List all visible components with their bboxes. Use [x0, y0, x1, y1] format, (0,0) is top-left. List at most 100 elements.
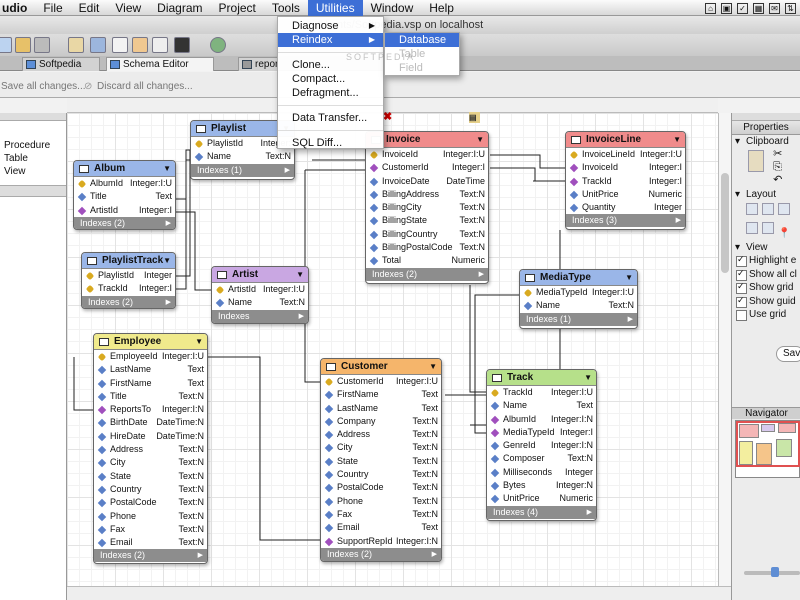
field-row[interactable]: Fax Text:N: [94, 523, 207, 536]
entity-invoice[interactable]: Invoice ▼ InvoiceId Integer:I:U CustomerId…: [365, 131, 489, 284]
menu-diagram[interactable]: Diagram: [149, 0, 210, 16]
menu-help[interactable]: Help: [421, 0, 462, 16]
expand-arrow-icon[interactable]: ▶: [479, 268, 484, 281]
field-row[interactable]: Bytes Integer:N: [487, 479, 596, 492]
viewport-indicator[interactable]: [736, 421, 800, 467]
entity-header[interactable]: Album ▼: [74, 161, 175, 177]
field-row[interactable]: BillingPostalCode Text:N: [366, 241, 488, 254]
tab-schema-editor[interactable]: Schema Editor: [106, 57, 214, 71]
close-icon[interactable]: ✖: [383, 112, 394, 123]
field-row[interactable]: Country Text:N: [321, 468, 441, 481]
field-row[interactable]: BirthDate DateTime:N: [94, 416, 207, 429]
open-icon[interactable]: [15, 37, 31, 53]
menu-file[interactable]: File: [35, 0, 70, 16]
field-row[interactable]: Address Text:N: [94, 443, 207, 456]
field-row[interactable]: HireDate DateTime:N: [94, 430, 207, 443]
entity-mediatype[interactable]: MediaType ▼ MediaTypeId Integer:I:U Name Te…: [519, 269, 638, 329]
save-button[interactable]: Save: [776, 346, 800, 362]
sql-icon[interactable]: [112, 37, 128, 53]
scroll-thumb[interactable]: [721, 173, 729, 273]
field-row[interactable]: BillingAddress Text:N: [366, 188, 488, 201]
field-row[interactable]: GenreId Integer:I:N: [487, 439, 596, 452]
arrange-icon[interactable]: [762, 222, 774, 234]
entity-artist[interactable]: Artist ▼ ArtistId Integer:I:U Name Text:N I…: [211, 266, 309, 324]
list-item-table[interactable]: Table: [0, 152, 66, 165]
expand-arrow-icon[interactable]: ▶: [285, 164, 290, 177]
field-row[interactable]: PostalCode Text:N: [321, 481, 441, 494]
field-row[interactable]: Name Text:N: [212, 296, 308, 309]
field-row[interactable]: Quantity Integer: [566, 201, 685, 214]
field-row[interactable]: ReportsTo Integer:I:N: [94, 403, 207, 416]
menu-tools[interactable]: Tools: [264, 0, 308, 16]
list-item-view[interactable]: View: [0, 165, 66, 178]
menu-item-diagnose[interactable]: Diagnose ▶: [278, 19, 383, 33]
connect-icon[interactable]: [210, 37, 226, 53]
field-row[interactable]: BillingCity Text:N: [366, 201, 488, 214]
field-row[interactable]: Country Text:N: [94, 483, 207, 496]
entity-track[interactable]: Track ▼ TrackId Integer:I:U Name Text Album…: [486, 369, 597, 521]
align-center-icon[interactable]: [762, 203, 774, 215]
horizontal-scrollbar[interactable]: [67, 586, 731, 600]
align-left-icon[interactable]: [746, 203, 758, 215]
entity-header[interactable]: Employee ▼: [94, 334, 207, 350]
collapse-arrow-icon[interactable]: ▼: [584, 370, 592, 386]
field-row[interactable]: ArtistId Integer:I:U: [212, 283, 308, 296]
field-row[interactable]: Phone Text:N: [321, 495, 441, 508]
expand-arrow-icon[interactable]: ▶: [166, 217, 171, 229]
entity-header[interactable]: PlaylistTrack ▼: [82, 253, 175, 269]
indexes-footer[interactable]: Indexes (1) ▶: [520, 312, 637, 326]
expand-arrow-icon[interactable]: ▶: [676, 214, 681, 227]
collapse-arrow-icon[interactable]: ▼: [163, 161, 171, 177]
field-row[interactable]: PostalCode Text:N: [94, 496, 207, 509]
list-item-procedure[interactable]: Procedure: [0, 139, 66, 152]
indexes-footer[interactable]: Indexes (2) ▶: [82, 295, 175, 308]
field-row[interactable]: LastName Text: [94, 363, 207, 376]
expand-arrow-icon[interactable]: ▶: [166, 296, 171, 308]
bag-icon[interactable]: ▣: [721, 2, 732, 14]
menu-item-data-transfer[interactable]: Data Transfer...: [278, 111, 383, 125]
document-icon[interactable]: [152, 37, 168, 53]
pin-icon[interactable]: 📍: [778, 228, 790, 240]
field-row[interactable]: TrackId Integer:I: [82, 282, 175, 295]
app-menu[interactable]: udio: [0, 0, 35, 16]
menu-window[interactable]: Window: [363, 0, 422, 16]
field-row[interactable]: CustomerId Integer:I: [366, 161, 488, 174]
expand-arrow-icon[interactable]: ▶: [628, 313, 633, 326]
checkbox-icon[interactable]: ✓: [737, 2, 748, 14]
field-row[interactable]: EmployeeId Integer:I:U: [94, 350, 207, 363]
field-row[interactable]: City Text:N: [321, 441, 441, 454]
collapse-arrow-icon[interactable]: ▼: [429, 359, 437, 375]
paste-icon[interactable]: [748, 150, 764, 172]
clipboard-section[interactable]: Clipboard: [732, 135, 800, 148]
collapse-arrow-icon[interactable]: ▼: [163, 253, 171, 269]
expand-arrow-icon[interactable]: ▶: [198, 549, 203, 562]
field-row[interactable]: Title Text: [74, 190, 175, 203]
field-row[interactable]: Total Numeric: [366, 254, 488, 267]
collapse-arrow-icon[interactable]: ▼: [673, 132, 681, 148]
field-row[interactable]: State Text:N: [94, 470, 207, 483]
field-row[interactable]: AlbumId Integer:I:N: [487, 413, 596, 426]
field-row[interactable]: Phone Text:N: [94, 510, 207, 523]
field-row[interactable]: CustomerId Integer:I:U: [321, 375, 441, 388]
entity-header[interactable]: Invoice ▼: [366, 132, 488, 148]
discard-all-button[interactable]: Discard all changes...: [97, 81, 193, 92]
indexes-footer[interactable]: Indexes (3) ▶: [566, 214, 685, 228]
field-row[interactable]: FirstName Text: [94, 377, 207, 390]
navigator-preview[interactable]: [735, 420, 800, 478]
entity-header[interactable]: Track ▼: [487, 370, 596, 386]
table-icon[interactable]: [132, 37, 148, 53]
field-row[interactable]: LastName Text: [321, 402, 441, 415]
zoom-slider-knob[interactable]: [771, 567, 779, 577]
field-row[interactable]: MediaTypeId Integer:I:U: [520, 286, 637, 299]
menu-edit[interactable]: Edit: [71, 0, 108, 16]
collapse-arrow-icon[interactable]: ▼: [625, 270, 633, 286]
field-row[interactable]: InvoiceId Integer:I: [566, 161, 685, 174]
collapse-arrow-icon[interactable]: ▼: [296, 267, 304, 283]
entity-header[interactable]: Customer ▼: [321, 359, 441, 375]
new-icon[interactable]: [0, 37, 12, 53]
layout-section[interactable]: Layout: [732, 188, 800, 201]
mail-icon[interactable]: ✉: [769, 2, 780, 14]
field-row[interactable]: Company Text:N: [321, 415, 441, 428]
zoom-slider[interactable]: [744, 567, 800, 577]
submenu-item-database[interactable]: Database: [385, 33, 459, 47]
